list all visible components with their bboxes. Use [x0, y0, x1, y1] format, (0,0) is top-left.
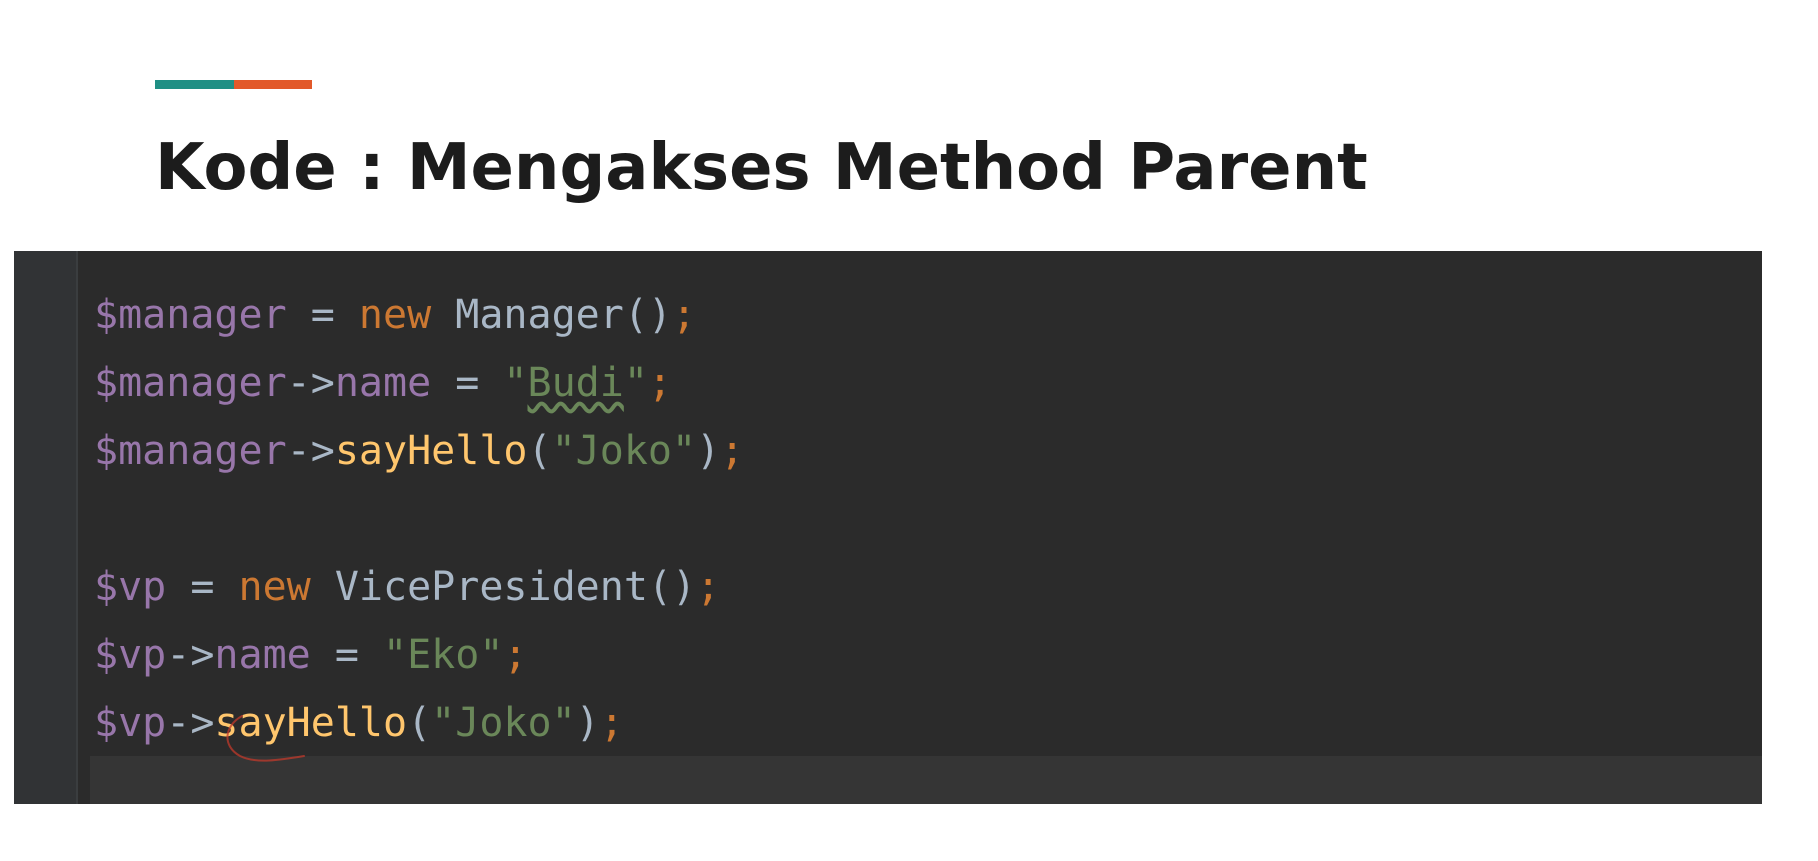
code-line: $vp = new VicePresident(); — [94, 553, 744, 621]
code-token: "Joko" — [551, 428, 697, 474]
code-token: ; — [503, 632, 528, 678]
code-token: ) — [575, 700, 600, 746]
editor-gutter — [14, 251, 76, 804]
code-token: = — [286, 292, 359, 338]
code-editor-panel: $manager = new Manager(); $manager->name … — [14, 251, 1762, 804]
code-token: ) — [696, 428, 721, 474]
code-token: -> — [166, 632, 215, 678]
code-token: $manager — [94, 292, 287, 338]
code-token: = — [166, 564, 239, 610]
code-block: $manager = new Manager(); $manager->name … — [94, 281, 744, 757]
code-token: = — [431, 360, 504, 406]
code-token: -> — [166, 700, 215, 746]
code-token: "Joko" — [431, 700, 576, 746]
code-token: VicePresident() — [310, 564, 697, 610]
code-token: ; — [599, 700, 624, 746]
code-token: -> — [286, 428, 335, 474]
code-token: sayHello — [334, 428, 528, 474]
code-token: "Eko" — [383, 632, 504, 678]
code-token: ; — [696, 564, 721, 610]
accent-bar-teal — [155, 80, 234, 89]
code-line: $manager = new Manager(); — [94, 281, 744, 349]
code-token: sayHello — [214, 700, 408, 746]
code-token: new — [358, 292, 432, 338]
code-token: $vp — [94, 632, 167, 678]
code-token: $vp — [94, 700, 167, 746]
accent-bar-orange — [233, 80, 312, 89]
title-accent-bar — [155, 80, 312, 89]
gutter-divider — [76, 251, 78, 804]
code-token: Budi — [527, 360, 624, 406]
code-token: ( — [407, 700, 432, 746]
code-token: ; — [720, 428, 745, 474]
code-token: ( — [527, 428, 552, 474]
code-token: ; — [671, 292, 697, 338]
code-token: -> — [286, 360, 335, 406]
code-token: $manager — [94, 428, 287, 474]
code-line: $vp->name = "Eko"; — [94, 621, 744, 689]
code-line: $manager->name = "Budi"; — [94, 349, 744, 417]
code-token: $vp — [94, 564, 167, 610]
code-token: new — [238, 564, 311, 610]
code-token: " — [623, 360, 648, 406]
code-token: name — [334, 360, 432, 406]
code-token: name — [214, 632, 311, 678]
code-line: $vp->sayHello("Joko"); — [94, 689, 744, 757]
code-token: Manager() — [431, 292, 672, 338]
code-token: " — [503, 360, 528, 406]
current-line-highlight — [90, 756, 1762, 804]
code-token: $manager — [94, 360, 287, 406]
slide-title: Kode : Mengakses Method Parent — [155, 131, 1368, 205]
code-line: $manager->sayHello("Joko"); — [94, 417, 744, 485]
code-token: = — [310, 632, 383, 678]
code-token: ; — [647, 360, 673, 406]
